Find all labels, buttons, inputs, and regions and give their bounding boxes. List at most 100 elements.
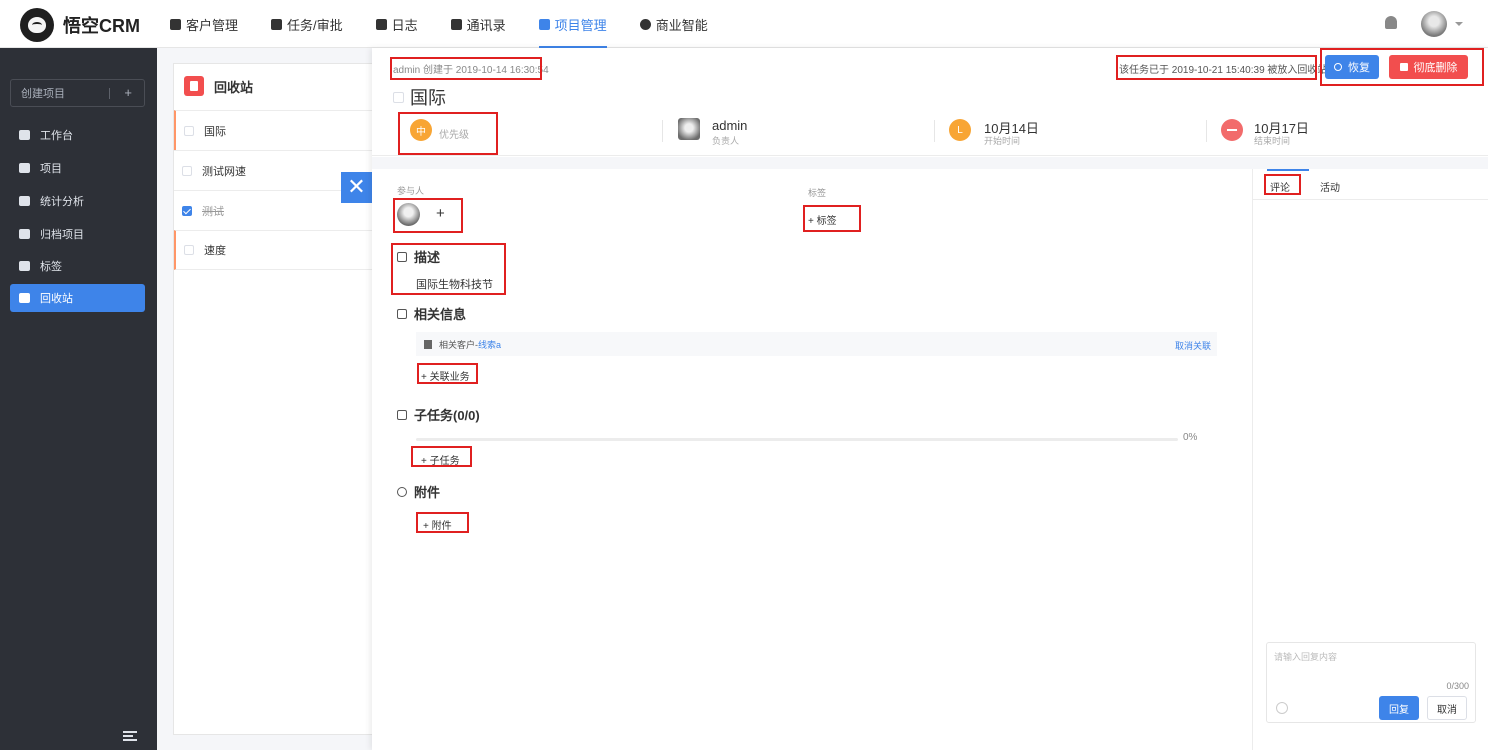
monitor-icon [19, 130, 30, 140]
sidebar-item-project[interactable]: 项目 [10, 154, 145, 182]
attachments-title: 附件 [414, 485, 441, 500]
sidebar-item-workbench[interactable]: 工作台 [10, 121, 145, 149]
task-row[interactable]: 速度 [174, 230, 379, 270]
sidebar-item-label: 归档项目 [40, 229, 84, 241]
cancel-button[interactable]: 取消 [1427, 696, 1467, 720]
nav-label: 通讯录 [466, 17, 506, 33]
subtask-tree-icon [397, 409, 407, 420]
divider [662, 120, 663, 142]
sidebar-item-archived[interactable]: 归档项目 [10, 220, 145, 248]
related-section-title: 相关信息 [397, 304, 466, 323]
owner-label: 负责人 [712, 136, 740, 146]
nav-item-contacts[interactable]: 通讯录 [450, 0, 506, 48]
tag-icon [19, 261, 30, 271]
task-name: 速度 [204, 245, 226, 257]
comments-panel: 评论 活动 请输入回复内容 0/300 回复 取消 [1252, 169, 1488, 750]
sidebar-item-label: 回收站 [40, 293, 73, 305]
task-content: 参与人 + 标签 + 标签 描述 国际生物科技节 相关信息 相关客户- 线索a 取… [372, 169, 1238, 750]
highlight-box [390, 57, 542, 80]
subtasks-title: 子任务(0/0) [414, 408, 480, 423]
sidebar-item-label: 工作台 [40, 130, 73, 142]
nav-item-project[interactable]: 项目管理 [538, 0, 607, 48]
divider [109, 88, 110, 99]
related-item-prefix: 相关客户- [439, 339, 478, 350]
task-checkbox[interactable] [184, 125, 194, 136]
building-icon [170, 18, 181, 30]
task-checkbox[interactable] [182, 205, 192, 216]
bar-chart-icon [19, 196, 30, 206]
comment-input[interactable]: 请输入回复内容 0/300 回复 取消 [1266, 642, 1476, 723]
logo-text: 悟空CRM [63, 16, 140, 36]
sidebar-item-statistics[interactable]: 统计分析 [10, 187, 145, 215]
start-date-badge[interactable]: L [949, 119, 971, 141]
nav-item-customer[interactable]: 客户管理 [170, 0, 238, 48]
paperclip-icon [397, 486, 407, 497]
divider [1206, 120, 1207, 142]
active-tab-indicator [1267, 169, 1309, 171]
related-item: 相关客户- 线索a 取消关联 [416, 332, 1217, 356]
separator-bar [372, 157, 1488, 169]
nav-item-bi[interactable]: 商业智能 [639, 0, 708, 48]
comment-placeholder: 请输入回复内容 [1274, 652, 1338, 662]
subtasks-section-title: 子任务(0/0) [397, 405, 480, 424]
trash-icon [19, 293, 30, 303]
tab-activity[interactable]: 活动 [1320, 179, 1340, 194]
sidebar-item-label: 项目 [40, 163, 62, 175]
nav-label: 商业智能 [655, 17, 708, 33]
create-project-button[interactable]: 创建项目 + [10, 79, 145, 107]
cancel-related-link[interactable]: 取消关联 [1175, 339, 1211, 352]
owner-name: admin [712, 118, 748, 133]
plus-icon: + [124, 85, 132, 100]
trash-icon [184, 76, 204, 96]
highlight-box [1116, 55, 1317, 80]
main-nav: 客户管理 任务/审批 日志 通讯录 项目管理 商业智能 [170, 0, 741, 48]
owner-avatar[interactable] [678, 118, 700, 140]
end-date-icon[interactable] [1221, 119, 1243, 141]
logo[interactable]: 悟空CRM [20, 8, 140, 42]
task-checkbox[interactable] [182, 165, 192, 176]
bell-icon[interactable] [1385, 16, 1397, 29]
task-name: 国际 [204, 125, 226, 138]
nav-item-log[interactable]: 日志 [375, 0, 418, 48]
highlight-box [398, 112, 498, 155]
end-date-label: 结束时间 [1254, 136, 1291, 146]
task-title[interactable]: 国际 [410, 84, 446, 110]
highlight-box [391, 243, 506, 295]
divider [934, 120, 935, 142]
highlight-box [803, 205, 861, 232]
close-icon[interactable]: ✕ [341, 172, 372, 203]
sidebar-item-recycle-bin[interactable]: 回收站 [10, 284, 145, 312]
link-copy-icon [397, 308, 407, 319]
start-date-label: 开始时间 [984, 136, 1021, 146]
recycle-bin-header: 回收站 [184, 76, 253, 96]
task-row[interactable]: 国际 [174, 110, 379, 150]
address-book-icon [450, 18, 462, 30]
highlight-box [1264, 174, 1301, 195]
user-avatar[interactable] [1421, 11, 1447, 37]
recycle-bin-panel: 回收站 国际 测试网速 测试 速度 [173, 63, 379, 735]
task-title-row: 国际 [393, 84, 446, 110]
shield-check-icon [639, 18, 651, 30]
nav-label: 日志 [391, 17, 418, 33]
sidebar-item-label: 标签 [40, 261, 62, 273]
task-checkbox[interactable] [184, 245, 194, 255]
related-item-link[interactable]: 线索a [478, 338, 501, 351]
related-title: 相关信息 [414, 307, 467, 322]
nav-label: 客户管理 [186, 17, 239, 33]
task-complete-checkbox[interactable] [393, 91, 404, 103]
monkey-logo-icon [20, 8, 54, 42]
sidebar-item-tags[interactable]: 标签 [10, 252, 145, 280]
chevron-down-icon[interactable] [1455, 22, 1463, 26]
nav-label: 项目管理 [554, 17, 607, 33]
emoji-icon[interactable] [1276, 702, 1288, 714]
nav-item-task-approval[interactable]: 任务/审批 [271, 0, 343, 48]
participants-label: 参与人 [397, 186, 425, 196]
highlight-box [416, 512, 469, 533]
comment-char-count: 0/300 [1446, 681, 1469, 691]
reply-button[interactable]: 回复 [1379, 696, 1419, 720]
board-icon [19, 163, 30, 173]
collapse-menu-icon[interactable] [123, 731, 137, 741]
top-navbar: 悟空CRM 客户管理 任务/审批 日志 通讯录 项目管理 商业智能 [0, 0, 1488, 48]
notebook-icon [375, 18, 387, 30]
kanban-icon [538, 18, 550, 30]
